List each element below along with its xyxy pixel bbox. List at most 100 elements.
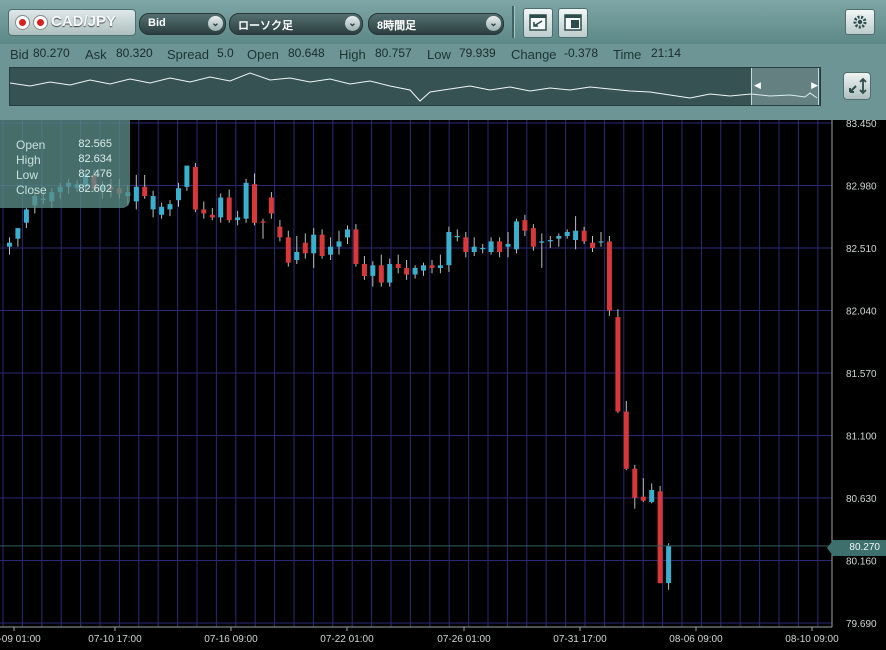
candle-up xyxy=(480,248,486,250)
settings-button[interactable] xyxy=(845,9,875,35)
x-tick-label: 08-06 09:00 xyxy=(669,634,723,645)
candle-up xyxy=(437,265,443,268)
candle-down xyxy=(319,234,325,256)
navigator-window[interactable]: ◀ ▶ xyxy=(751,68,819,105)
navigator-row: ◀ ▶ xyxy=(0,64,886,121)
y-tick-label: 83.450 xyxy=(846,120,877,130)
candle-up xyxy=(159,206,165,215)
x-tick-label: 07-31 17:00 xyxy=(553,634,607,645)
dropdown-chevron-icon: ⌄ xyxy=(208,16,223,31)
y-tick-label: 79.690 xyxy=(846,619,877,630)
window-icon xyxy=(564,14,582,31)
candle-up xyxy=(505,244,511,247)
candle-up xyxy=(150,196,156,210)
time-label: Time xyxy=(613,47,642,62)
ohlc-high-row: High 82.634 xyxy=(16,153,112,168)
candle-down xyxy=(361,264,367,276)
open-value: 80.648 xyxy=(288,46,325,60)
timeframe-dropdown[interactable]: 8時間足 ⌄ xyxy=(368,13,504,35)
candle-up xyxy=(488,241,494,252)
scroll-right-icon[interactable]: ▶ xyxy=(811,80,818,91)
symbol-selector[interactable]: CAD/JPY xyxy=(8,9,136,36)
candle-up xyxy=(345,229,350,238)
candle-down xyxy=(615,317,621,412)
y-tick-label: 82.980 xyxy=(846,182,877,193)
x-tick-label: 07-16 09:00 xyxy=(204,634,258,645)
expand-button[interactable] xyxy=(843,72,871,100)
export-button[interactable] xyxy=(523,8,553,38)
change-value: -0.378 xyxy=(564,46,599,60)
low-label: Low xyxy=(427,47,451,62)
candle-down xyxy=(404,267,410,275)
candle-up xyxy=(7,242,12,247)
toolbar-divider xyxy=(512,6,515,38)
scroll-left-icon[interactable]: ◀ xyxy=(754,80,761,91)
time-value: 21:14 xyxy=(651,46,682,60)
candlestick-chart[interactable]: 83.450 82.980 82.510 82.040 81.570 81.100 80.6… xyxy=(0,120,886,650)
navigator-overview[interactable]: ◀ ▶ xyxy=(9,67,821,106)
candle-down xyxy=(632,468,638,498)
candle-down xyxy=(522,220,528,231)
ask-label: Ask xyxy=(85,47,107,62)
ohlc-low-label: Low xyxy=(16,168,39,182)
candle-up xyxy=(294,252,300,260)
spread-label: Spread xyxy=(167,47,209,62)
high-label: High xyxy=(339,47,366,62)
candle-down xyxy=(226,197,232,221)
candle-up xyxy=(328,246,334,255)
candle-up xyxy=(412,267,418,275)
bid-label: Bid xyxy=(10,47,29,62)
price-type-label: Bid xyxy=(148,17,166,29)
ohlc-open-row: Open 82.565 xyxy=(16,138,112,153)
candle-up xyxy=(564,232,570,236)
x-tick-label: 07-09 01:00 xyxy=(0,634,41,645)
y-tick-label: 80.630 xyxy=(846,494,877,505)
ohlc-close-label: Close xyxy=(16,183,47,197)
ohlc-close-row: Close 82.602 xyxy=(16,183,112,198)
candle-up xyxy=(471,246,477,252)
candle-up xyxy=(15,228,21,239)
current-price-badge: 80.270 xyxy=(827,540,886,556)
x-tick-label: 07-26 01:00 xyxy=(437,634,491,645)
window-button[interactable] xyxy=(558,8,588,38)
symbol-label: CAD/JPY xyxy=(51,13,117,30)
y-tick-label: 81.570 xyxy=(846,369,877,380)
candle-down xyxy=(268,197,274,214)
candle-up xyxy=(666,545,672,584)
candle-up xyxy=(547,240,553,242)
candle-up xyxy=(336,241,342,247)
candle-down xyxy=(640,496,646,501)
candle-up xyxy=(370,265,376,276)
candle-down xyxy=(302,242,308,254)
y-tick-label: 82.040 xyxy=(846,307,877,318)
chart-style-dropdown[interactable]: ローソク足 ⌄ xyxy=(229,13,363,35)
low-value: 79.939 xyxy=(459,46,496,60)
ask-value: 80.320 xyxy=(116,46,153,60)
candle-down xyxy=(623,411,629,469)
dropdown-chevron-icon: ⌄ xyxy=(345,16,360,31)
candle-down xyxy=(429,265,435,268)
ohlc-low-value: 82.476 xyxy=(78,168,112,180)
export-icon xyxy=(529,14,547,31)
chart-style-label: ローソク足 xyxy=(238,20,293,32)
candle-down xyxy=(395,264,401,268)
candle-up xyxy=(133,186,139,202)
candle-down xyxy=(277,226,283,238)
price-type-dropdown[interactable]: Bid ⌄ xyxy=(139,13,226,35)
expand-icon xyxy=(849,77,867,95)
candle-up xyxy=(311,234,317,254)
ohlc-tooltip: Open 82.565 High 82.634 Low 82.476 Close… xyxy=(0,120,130,208)
candle-down xyxy=(142,186,148,197)
quote-bar: Bid 80.270 Ask 80.320 Spread 5.0 Open 80… xyxy=(0,44,886,64)
open-label: Open xyxy=(247,47,279,62)
ohlc-high-value: 82.634 xyxy=(78,153,112,165)
candle-up xyxy=(167,204,173,210)
candle-down xyxy=(192,166,198,210)
candle-up xyxy=(573,230,579,240)
candle-up xyxy=(556,236,562,239)
candle-up xyxy=(649,490,655,502)
ohlc-low-row: Low 82.476 xyxy=(16,168,112,183)
candle-down xyxy=(530,228,536,247)
candle-down xyxy=(657,491,663,584)
candle-up xyxy=(243,182,249,219)
